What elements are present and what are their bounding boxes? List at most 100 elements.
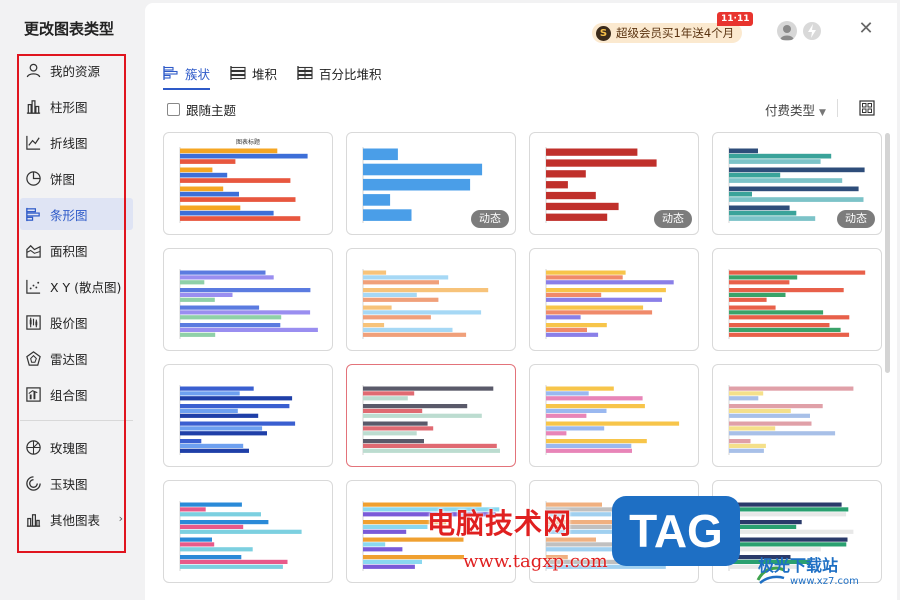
thumb-bar	[180, 547, 253, 552]
chart-template-card[interactable]	[346, 248, 516, 351]
scrollbar[interactable]	[885, 133, 890, 373]
thumb-bar	[180, 408, 238, 413]
thumb-bar	[729, 542, 847, 547]
chart-template-card[interactable]	[529, 248, 699, 351]
tab-stacked[interactable]: 堆积	[230, 60, 277, 86]
thumb-bar	[180, 275, 274, 280]
thumb-bar	[729, 537, 848, 542]
thumb-bar	[729, 443, 766, 448]
thumb-bar	[363, 426, 434, 431]
dynamic-badge: 动态	[654, 210, 692, 228]
thumb-bar	[729, 148, 758, 154]
thumb-bar	[546, 202, 619, 211]
checkbox-box[interactable]	[167, 103, 180, 116]
pay-type-dropdown[interactable]: 付费类型 ▼	[765, 100, 826, 119]
follow-theme-label: 跟随主题	[186, 103, 237, 118]
thumb-bar	[729, 210, 797, 216]
thumb-bar	[180, 148, 278, 154]
thumb-bar	[363, 431, 417, 436]
thumb-bar	[180, 502, 242, 507]
toolbar-divider	[837, 99, 838, 117]
watermark-site-url: www.xz7.com	[790, 576, 859, 587]
thumb-bar	[729, 431, 836, 436]
chart-thumbnail	[179, 147, 308, 223]
chart-template-card[interactable]	[712, 364, 882, 467]
bar-subtype-tabs: 簇状 堆积 百分比堆积	[163, 60, 402, 90]
chart-template-card[interactable]	[163, 364, 333, 467]
vip-promo-banner[interactable]: S 超级会员买1年送4个月	[592, 23, 743, 43]
chart-template-card[interactable]	[529, 364, 699, 467]
thumb-bar	[363, 332, 467, 337]
tab-percent-stacked[interactable]: 百分比堆积	[297, 60, 382, 86]
thumb-bar	[546, 421, 680, 426]
grid-view-icon[interactable]	[859, 100, 875, 116]
thumb-bar	[363, 386, 494, 391]
thumb-bar	[729, 529, 854, 534]
chart-thumbnail	[179, 385, 296, 455]
caret-down-icon: ▼	[819, 108, 826, 118]
thumb-bar	[180, 172, 228, 178]
thumb-bar	[363, 396, 408, 401]
thumb-bar	[546, 297, 662, 302]
thumb-bar	[729, 512, 847, 517]
thumb-bar	[363, 270, 387, 275]
thumb-bar	[363, 148, 398, 161]
thumb-bar	[180, 167, 213, 173]
thumb-bar	[729, 426, 776, 431]
thumb-bar	[729, 323, 830, 328]
thumb-bar	[363, 327, 453, 332]
thumb-bar	[546, 191, 596, 200]
chart-template-card[interactable]	[712, 248, 882, 351]
watermark-tag-logo: TAG	[612, 496, 740, 566]
chart-thumbnail	[545, 385, 680, 455]
watermark-url: www.tagxp.com	[463, 551, 608, 572]
thumb-bar	[363, 404, 468, 409]
thumb-bar	[729, 167, 865, 173]
thumb-bar	[729, 396, 759, 401]
thumb-bar	[180, 542, 215, 547]
thumb-bar	[546, 332, 599, 337]
thumb-bar	[363, 542, 386, 547]
thumb-bar	[180, 537, 212, 542]
thumb-bar	[363, 555, 464, 560]
thumb-bar	[180, 520, 269, 525]
avatar[interactable]	[777, 21, 797, 41]
thumb-bar	[546, 310, 653, 315]
thumb-bar	[546, 431, 567, 436]
thumb-bar	[729, 502, 842, 507]
close-button[interactable]: ✕	[855, 18, 877, 40]
thumb-bar	[546, 148, 638, 156]
thumb-bar	[729, 186, 859, 192]
thumb-bar	[180, 564, 283, 569]
chart-thumbnail	[179, 269, 318, 339]
chart-template-card[interactable]	[163, 248, 333, 351]
thumb-bar	[546, 280, 674, 285]
thumb-bar	[363, 194, 391, 206]
tab-clustered[interactable]: 簇状	[163, 60, 211, 90]
tab-label: 簇状	[185, 66, 211, 82]
thumb-bar	[180, 292, 233, 297]
thumb-bar	[363, 323, 385, 328]
vip-lightning-icon[interactable]	[802, 21, 822, 41]
chart-template-card[interactable]: 动态	[712, 132, 882, 235]
thumb-bar	[546, 159, 657, 167]
chart-type-sidebar: 更改图表类型 我的资源 柱形图 折线图 饼图 条形图 面积图 X Y (散点图)…	[0, 0, 145, 600]
thumb-bar	[363, 524, 428, 529]
follow-theme-checkbox[interactable]: 跟随主题	[167, 100, 236, 119]
thumb-bar	[363, 413, 482, 418]
chart-template-card[interactable]: 动态	[346, 132, 516, 235]
chart-template-card[interactable]: 动态	[529, 132, 699, 235]
thumb-bar	[546, 275, 623, 280]
card-title: 图表标题	[235, 139, 260, 146]
thumb-bar	[363, 529, 407, 534]
thumb-bar	[180, 524, 244, 529]
thumb-bar	[180, 529, 302, 534]
thumb-bar	[729, 297, 767, 302]
chart-template-card[interactable]	[346, 364, 516, 467]
thumb-bar	[729, 205, 790, 211]
thumb-bar	[180, 555, 242, 560]
thumb-bar	[729, 439, 751, 444]
tab-label: 堆积	[252, 66, 278, 82]
chart-template-card[interactable]: 图表标题	[163, 132, 333, 235]
chart-template-card[interactable]	[163, 480, 333, 583]
